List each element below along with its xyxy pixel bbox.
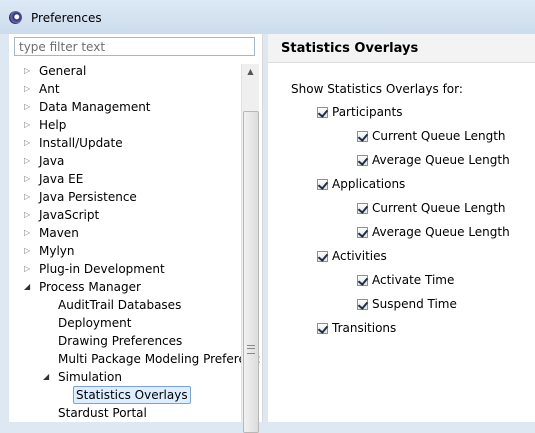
expand-arrow-icon[interactable]: ▷ bbox=[24, 152, 32, 170]
tree-item-label: Java Persistence bbox=[39, 190, 137, 204]
tree-item-label: Multi Package Modeling Preferenc bbox=[58, 352, 261, 366]
checkbox-activities[interactable]: Activities bbox=[317, 247, 387, 265]
expand-arrow-icon[interactable]: ▷ bbox=[24, 170, 32, 188]
checkbox-checked-icon[interactable] bbox=[357, 131, 368, 142]
checkbox-applications-current-queue[interactable]: Current Queue Length bbox=[357, 199, 506, 217]
tree-item-label: General bbox=[39, 64, 87, 78]
checkbox-participants-current-queue[interactable]: Current Queue Length bbox=[357, 127, 506, 145]
checkbox-suspend-time[interactable]: Suspend Time bbox=[357, 295, 457, 313]
checkbox-label: Average Queue Length bbox=[372, 153, 510, 167]
checkbox-label: Average Queue Length bbox=[372, 225, 510, 239]
tree-item-label: Ant bbox=[39, 82, 60, 96]
page-header: Statistics Overlays bbox=[268, 34, 535, 63]
tree-item-label: Stardust Portal bbox=[58, 406, 147, 420]
checkbox-checked-icon[interactable] bbox=[317, 251, 328, 262]
eclipse-icon bbox=[9, 11, 22, 24]
tree-item-label: Maven bbox=[39, 226, 79, 240]
expand-arrow-icon[interactable]: ▷ bbox=[24, 260, 32, 278]
tree-item-label: Simulation bbox=[58, 370, 122, 384]
expand-arrow-icon[interactable]: ▷ bbox=[24, 116, 32, 134]
checkbox-participants[interactable]: Participants bbox=[317, 103, 403, 121]
tree-item-label: Data Management bbox=[39, 100, 151, 114]
expand-arrow-icon[interactable]: ▷ bbox=[24, 80, 32, 98]
expand-arrow-icon[interactable]: ▷ bbox=[24, 98, 32, 116]
collapse-arrow-icon[interactable]: ◢ bbox=[24, 278, 32, 296]
tree-item-label: Mylyn bbox=[39, 244, 75, 258]
checkbox-checked-icon[interactable] bbox=[317, 323, 328, 334]
window-title: Preferences bbox=[31, 11, 102, 25]
checkbox-applications-average-queue[interactable]: Average Queue Length bbox=[357, 223, 510, 241]
checkbox-label: Suspend Time bbox=[372, 297, 457, 311]
tree-item-label: Plug-in Development bbox=[39, 262, 165, 276]
expand-arrow-icon[interactable]: ▷ bbox=[24, 224, 32, 242]
title-bar: Preferences bbox=[0, 0, 535, 34]
tree-item-label: JavaScript bbox=[39, 208, 100, 222]
section-label: Show Statistics Overlays for: bbox=[291, 82, 463, 96]
checkbox-label: Current Queue Length bbox=[372, 201, 506, 215]
collapse-arrow-icon[interactable]: ◢ bbox=[43, 368, 51, 386]
checkbox-label: Activate Time bbox=[372, 273, 455, 287]
scroll-up-arrow-icon[interactable]: ▲ bbox=[242, 64, 259, 79]
tree-scrollbar[interactable]: ▲ bbox=[241, 64, 259, 433]
checkbox-label: Transitions bbox=[332, 321, 397, 335]
tree-item-label: Process Manager bbox=[39, 280, 141, 294]
checkbox-checked-icon[interactable] bbox=[317, 107, 328, 118]
expand-arrow-icon[interactable]: ▷ bbox=[24, 242, 32, 260]
checkbox-label: Activities bbox=[332, 249, 387, 263]
checkbox-checked-icon[interactable] bbox=[357, 227, 368, 238]
checkbox-transitions[interactable]: Transitions bbox=[317, 319, 396, 337]
checkbox-participants-average-queue[interactable]: Average Queue Length bbox=[357, 151, 510, 169]
checkbox-checked-icon[interactable] bbox=[357, 275, 368, 286]
filter-input[interactable] bbox=[14, 37, 255, 56]
tree-item-label: AuditTrail Databases bbox=[58, 298, 182, 312]
checkbox-label: Current Queue Length bbox=[372, 129, 506, 143]
checkbox-applications[interactable]: Applications bbox=[317, 175, 405, 193]
expand-arrow-icon[interactable]: ▷ bbox=[24, 134, 32, 152]
checkbox-checked-icon[interactable] bbox=[317, 179, 328, 190]
preference-page: Statistics Overlays Show Statistics Over… bbox=[268, 34, 535, 422]
checkbox-checked-icon[interactable] bbox=[357, 203, 368, 214]
checkbox-checked-icon[interactable] bbox=[357, 155, 368, 166]
tree-item-label: Deployment bbox=[58, 316, 132, 330]
grip-icon bbox=[247, 345, 255, 354]
expand-arrow-icon[interactable]: ▷ bbox=[24, 206, 32, 224]
tree-item-label: Install/Update bbox=[39, 136, 123, 150]
preference-tree-pane: ▷ General ▷ Ant ▷ Data Management ▷ Help… bbox=[9, 34, 263, 433]
scrollbar-thumb[interactable] bbox=[243, 111, 259, 433]
checkbox-activate-time[interactable]: Activate Time bbox=[357, 271, 454, 289]
tree-item-label: Java EE bbox=[39, 172, 84, 186]
checkbox-checked-icon[interactable] bbox=[357, 299, 368, 310]
tree-item-label: Java bbox=[39, 154, 65, 168]
tree-item-label: Help bbox=[39, 118, 67, 132]
checkbox-label: Participants bbox=[332, 105, 403, 119]
page-title: Statistics Overlays bbox=[281, 41, 419, 56]
expand-arrow-icon[interactable]: ▷ bbox=[24, 188, 32, 206]
checkbox-label: Applications bbox=[332, 177, 406, 191]
tree-item-label: Statistics Overlays bbox=[73, 386, 191, 404]
tree-item-label: Drawing Preferences bbox=[58, 334, 183, 348]
expand-arrow-icon[interactable]: ▷ bbox=[24, 62, 32, 80]
